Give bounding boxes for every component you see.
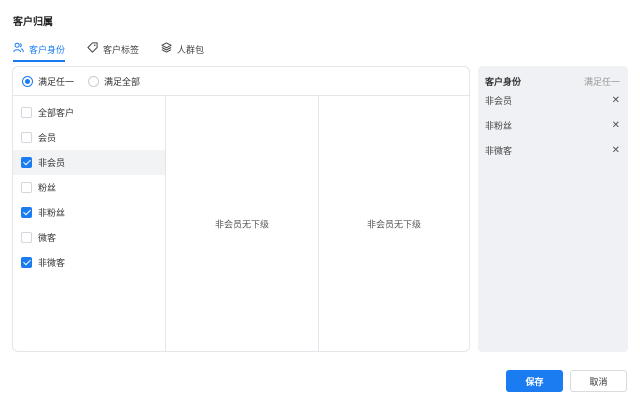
sub-level-column-3: 非会员无下级	[319, 96, 469, 351]
option-label: 非微客	[38, 259, 66, 269]
option-non-fan[interactable]: 非粉丝	[13, 200, 165, 225]
tab-label: 客户身份	[29, 45, 66, 56]
layers-icon	[161, 42, 177, 56]
option-label: 微客	[38, 234, 57, 244]
user-group-icon	[13, 42, 29, 56]
selected-panel-mode: 满足任一	[583, 78, 620, 88]
option-label: 非粉丝	[38, 209, 66, 219]
checkbox[interactable]	[21, 232, 32, 243]
option-all-customers[interactable]: 全部客户	[13, 100, 165, 125]
tab-customer-identity[interactable]: 客户身份	[13, 40, 66, 62]
close-icon[interactable]: ✕	[612, 120, 620, 131]
match-any-option[interactable]: 满足任一	[22, 75, 74, 88]
tab-audience-package[interactable]: 人群包	[161, 40, 204, 58]
checkbox[interactable]	[21, 207, 32, 218]
tag-icon	[87, 42, 103, 56]
empty-state-text: 非会员无下级	[366, 220, 421, 230]
close-icon[interactable]: ✕	[612, 95, 620, 106]
selected-panel-title: 客户身份	[485, 78, 522, 88]
tab-label: 人群包	[177, 45, 205, 56]
radio-label: 满足任一	[38, 77, 75, 88]
tab-customer-tags[interactable]: 客户标签	[87, 40, 139, 58]
selected-item-label: 非粉丝	[485, 122, 513, 132]
cancel-button[interactable]: 取消	[570, 370, 627, 392]
match-all-option[interactable]: 满足全部	[88, 75, 140, 88]
sub-level-column-2: 非会员无下级	[166, 96, 319, 351]
checkbox[interactable]	[21, 257, 32, 268]
selection-panel: 满足任一 满足全部 全部客户 会员 非会员 粉丝 非粉丝 微客 非微客 非会员无…	[12, 66, 470, 352]
empty-state-text: 非会员无下级	[214, 220, 269, 230]
option-non-micro-customer[interactable]: 非微客	[13, 250, 165, 275]
close-icon[interactable]: ✕	[612, 145, 620, 156]
option-label: 全部客户	[38, 109, 75, 119]
selected-item-label: 非会员	[485, 97, 513, 107]
match-mode-group: 满足任一 满足全部	[13, 67, 469, 96]
selected-items-panel: 客户身份 满足任一 非会员 ✕ 非粉丝 ✕ 非微客 ✕	[478, 66, 628, 352]
selected-item: 非微客 ✕	[478, 138, 628, 163]
option-label: 非会员	[38, 159, 66, 169]
selected-item-label: 非微客	[485, 147, 513, 157]
radio-button[interactable]	[88, 75, 100, 87]
identity-option-list: 全部客户 会员 非会员 粉丝 非粉丝 微客 非微客	[13, 96, 166, 351]
cascade-columns: 全部客户 会员 非会员 粉丝 非粉丝 微客 非微客 非会员无下级 非会员无下级	[13, 96, 469, 351]
selected-item: 非会员 ✕	[478, 88, 628, 113]
option-micro-customer[interactable]: 微客	[13, 225, 165, 250]
option-member[interactable]: 会员	[13, 125, 165, 150]
tab-label: 客户标签	[103, 45, 140, 56]
selected-item: 非粉丝 ✕	[478, 113, 628, 138]
save-button[interactable]: 保存	[506, 370, 563, 392]
option-non-member[interactable]: 非会员	[13, 150, 165, 175]
selected-panel-header: 客户身份 满足任一	[478, 66, 628, 88]
checkbox[interactable]	[21, 107, 32, 118]
checkbox[interactable]	[21, 182, 32, 193]
checkbox[interactable]	[21, 132, 32, 143]
option-fan[interactable]: 粉丝	[13, 175, 165, 200]
radio-button[interactable]	[22, 75, 33, 87]
option-label: 会员	[38, 134, 57, 144]
radio-label: 满足全部	[104, 77, 141, 88]
dialog-title: 客户归属	[13, 17, 53, 28]
tab-bar: 客户身份 客户标签 人群包	[13, 40, 226, 62]
option-label: 粉丝	[38, 184, 57, 194]
checkbox[interactable]	[21, 157, 32, 168]
